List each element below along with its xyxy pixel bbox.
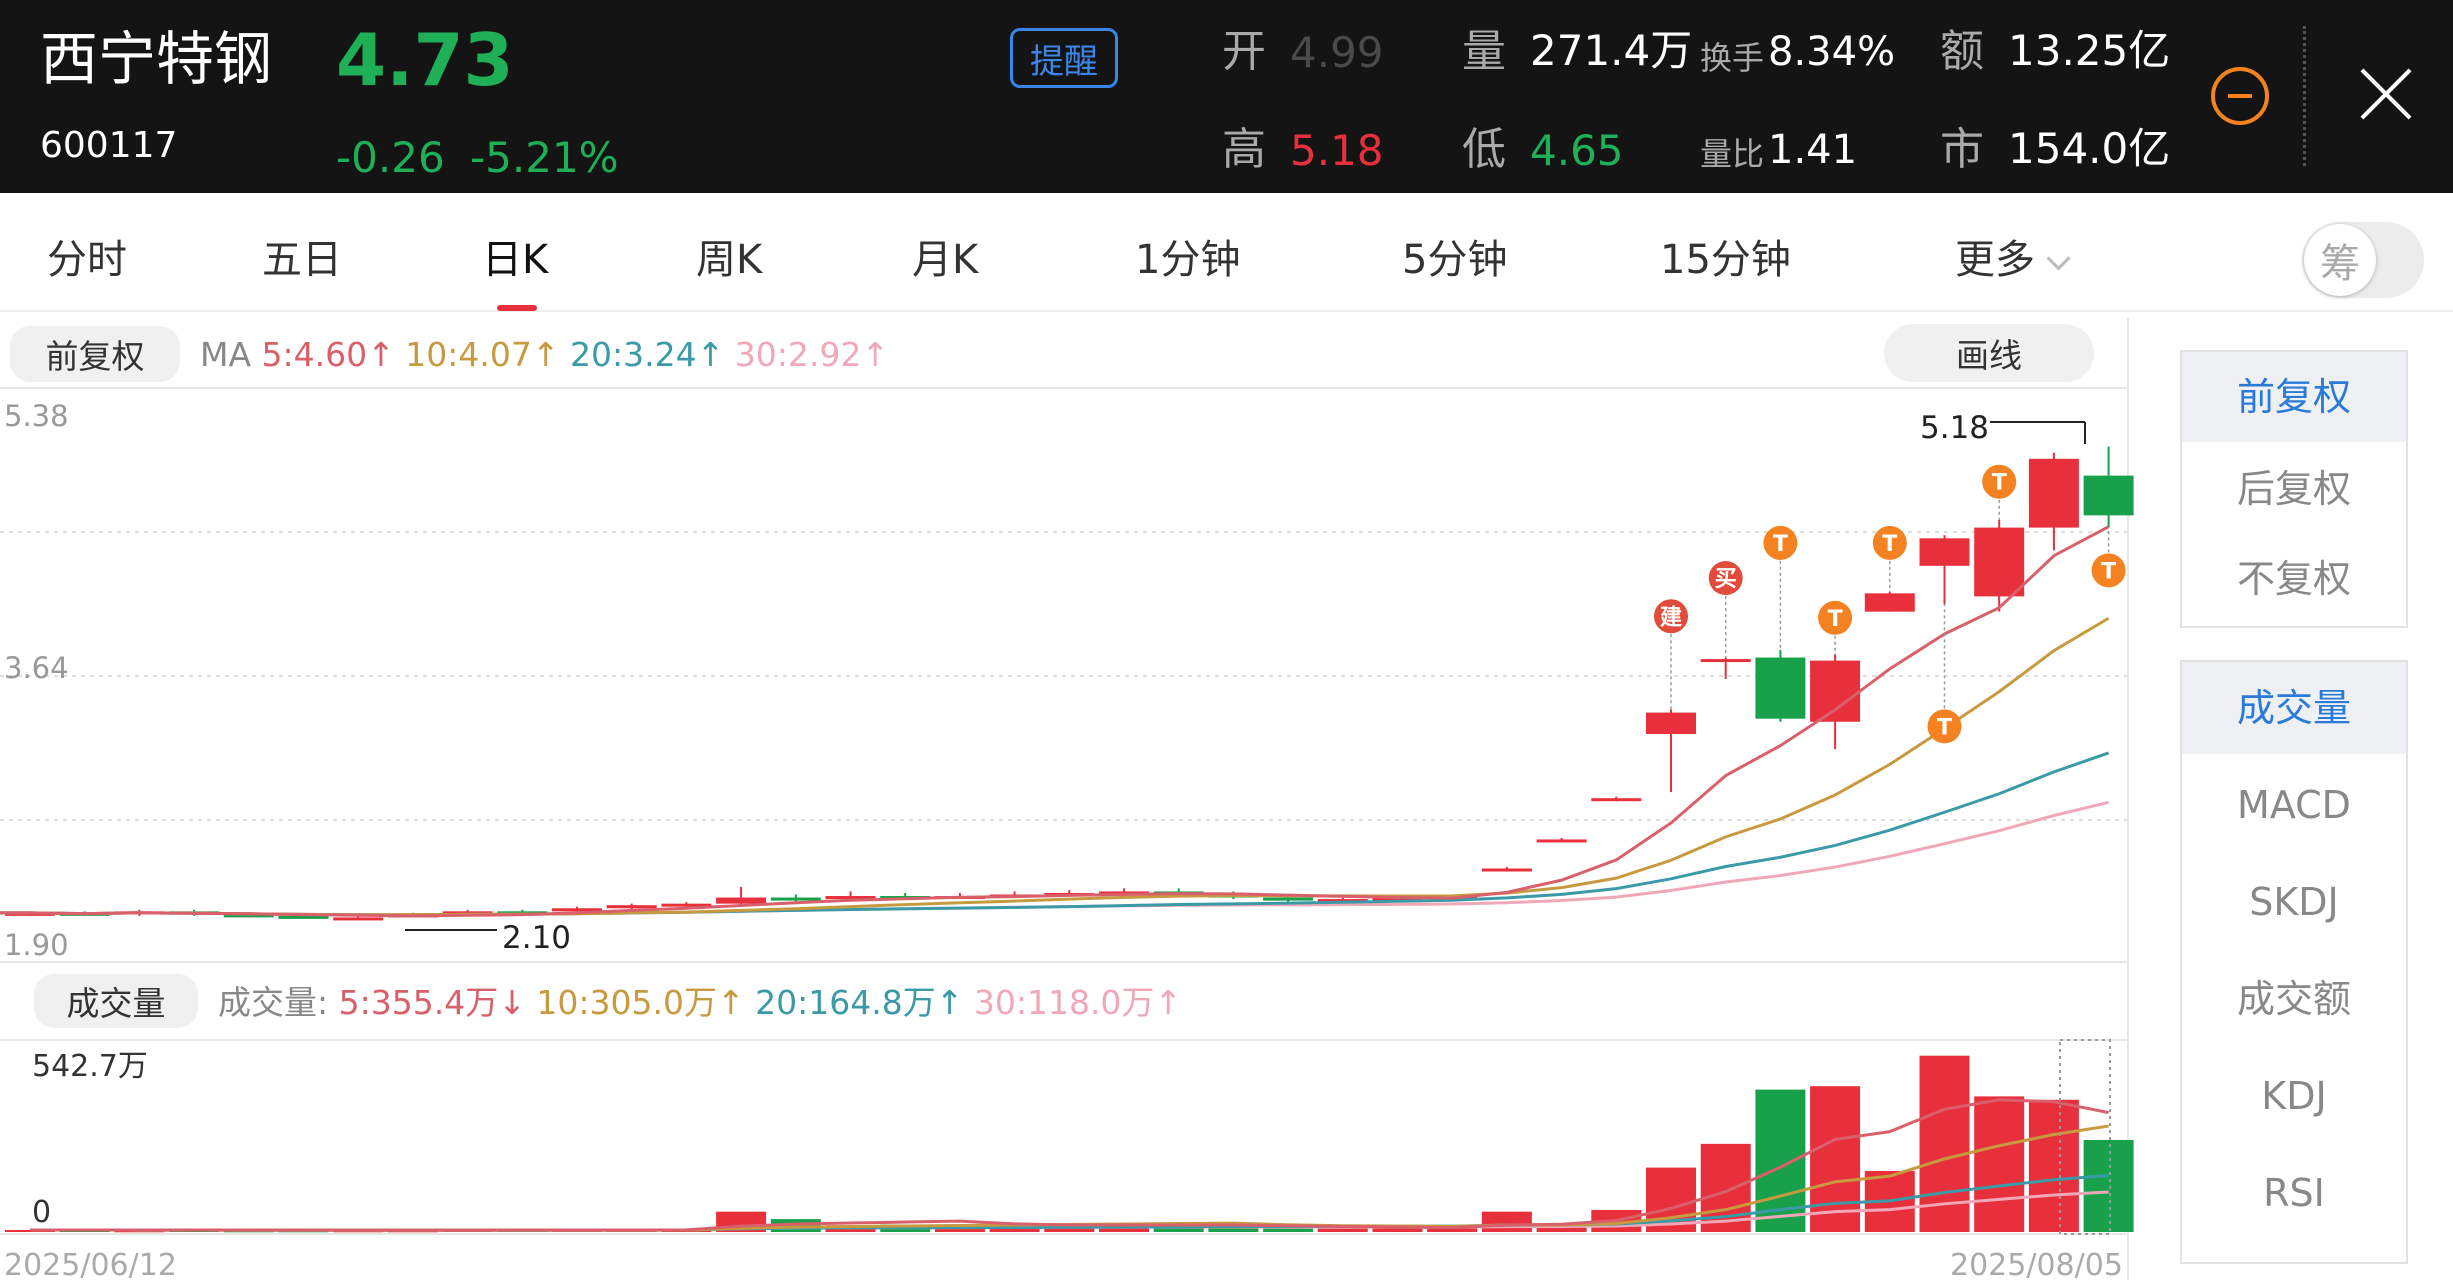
indicator-kdj[interactable]: KDJ [2182, 1050, 2406, 1142]
adjust-none-option[interactable]: 不复权 [2182, 534, 2406, 624]
candle-body [606, 905, 657, 909]
candle-body [1810, 660, 1861, 722]
trade-tag-label: T [1882, 532, 1897, 557]
trade-tag-label: T [1992, 471, 2007, 496]
trade-tag-label: T [1937, 715, 1952, 740]
indicator-rsi[interactable]: RSI [2182, 1147, 2406, 1239]
trade-tag-label: 建 [1660, 605, 1682, 630]
candle-body [1536, 839, 1587, 843]
kline-chart[interactable]: 5.38 3.64 1.90 542.7万 0 2025/06/12 2025/… [0, 0, 2134, 1280]
volume-bar [2028, 1099, 2079, 1232]
candle-body [1974, 527, 2025, 597]
header-divider [2303, 26, 2306, 166]
indicator-amount[interactable]: 成交额 [2182, 953, 2406, 1045]
candle-body [1263, 897, 1314, 901]
close-icon[interactable] [2358, 66, 2414, 122]
indicator-panel: 成交量 MACD SKDJ 成交额 KDJ RSI [2180, 660, 2408, 1264]
volume-zero-label: 0 [32, 1195, 51, 1230]
volume-max-label: 542.7万 [32, 1049, 148, 1084]
candle-body [1646, 712, 1696, 734]
moving-averages [0, 525, 2110, 918]
volume-bar [1481, 1211, 1532, 1232]
volume-bar [2083, 1139, 2134, 1232]
candle-body [770, 897, 821, 901]
indicator-volume[interactable]: 成交量 [2182, 662, 2406, 754]
adjust-panel: 前复权 后复权 不复权 [2180, 350, 2408, 628]
candle-body [1481, 868, 1532, 872]
candle-body [1919, 538, 1970, 566]
trade-tag-label: T [1828, 607, 1843, 632]
candle-body [1591, 798, 1642, 802]
adjust-forward-option[interactable]: 前复权 [2182, 352, 2406, 442]
volume-bar [1974, 1096, 2025, 1232]
start-date-label: 2025/06/12 [4, 1248, 177, 1280]
candle-body [2083, 475, 2134, 516]
indicator-macd[interactable]: MACD [2182, 759, 2406, 851]
adjust-backward-option[interactable]: 后复权 [2182, 444, 2406, 534]
y-axis-top-label: 5.38 [4, 399, 69, 433]
candle-body [333, 917, 384, 921]
y-axis-mid-label: 3.64 [4, 651, 69, 685]
indicator-skdj[interactable]: SKDJ [2182, 856, 2406, 948]
ma5-line [0, 525, 2110, 918]
candle-body [716, 897, 767, 904]
y-axis-bottom-label: 1.90 [4, 928, 69, 962]
volume-bar [1317, 1228, 1368, 1232]
volume-bar [1263, 1228, 1314, 1232]
candle-body [1700, 659, 1751, 663]
trade-tag-label: T [1773, 532, 1788, 557]
ma20-line [0, 751, 2110, 917]
high-marker-label: 5.18 [1920, 410, 1989, 446]
candle-body [2028, 458, 2079, 528]
chip-toggle-knob[interactable]: 筹 [2304, 224, 2376, 296]
remove-watchlist-icon[interactable] [2211, 67, 2269, 125]
candle-body [1864, 593, 1915, 612]
end-date-label: 2025/08/05 [1950, 1248, 2123, 1280]
candle-body [1755, 657, 1806, 719]
low-marker-label: 2.10 [502, 920, 571, 956]
trade-tag-label: 买 [1715, 567, 1737, 592]
trade-tag-label: T [2101, 559, 2116, 584]
